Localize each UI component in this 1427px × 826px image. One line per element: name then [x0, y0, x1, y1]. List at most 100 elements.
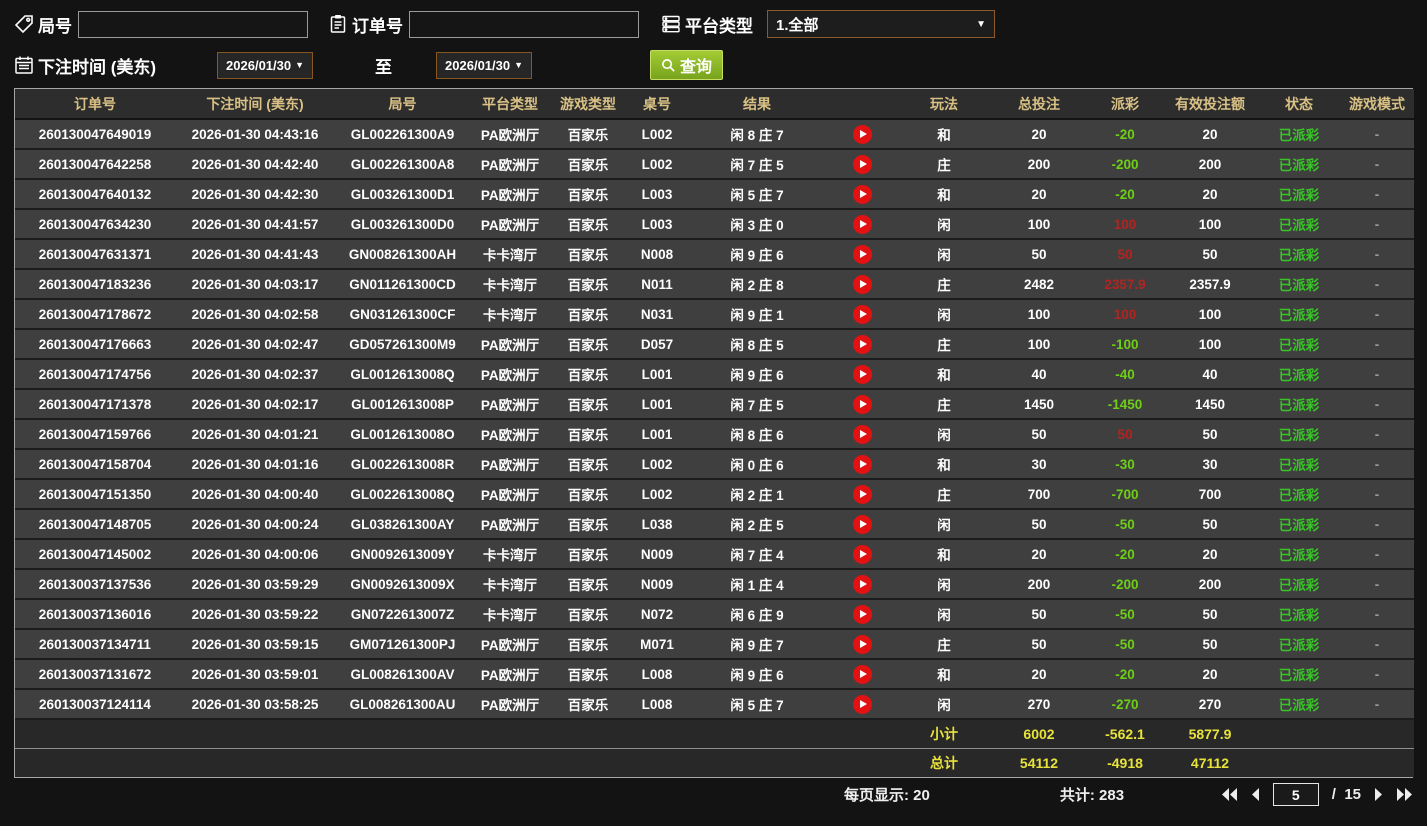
game-mode-cell: -: [1340, 329, 1414, 360]
status-cell: 已派彩: [1258, 509, 1340, 540]
table-row: 260130037137536 2026-01-30 03:59:29 GN0092…: [15, 569, 1414, 600]
order-id-cell: 260130047642258: [15, 149, 175, 180]
play-video-button[interactable]: [852, 124, 872, 144]
column-header: 平台类型: [470, 89, 550, 120]
date-to-picker[interactable]: 2026/01/30 ▼: [436, 51, 533, 79]
play-type-cell: 和: [898, 539, 990, 570]
play-icon: [859, 370, 867, 378]
next-page-button[interactable]: [1374, 788, 1383, 801]
play-type-cell: 庄: [898, 149, 990, 180]
total-bet-cell: 50: [990, 509, 1088, 540]
play-video-button[interactable]: [852, 304, 872, 324]
round-id-cell: GL0022613008Q: [335, 479, 470, 510]
video-cell: [826, 569, 898, 600]
bet-time-cell: 2026-01-30 04:41:57: [175, 209, 335, 240]
total-bet-cell: 20: [990, 119, 1088, 150]
payout-cell: 100: [1088, 299, 1162, 330]
subtotal-label: 小计: [898, 718, 990, 748]
result-cell: 闲 9 庄 6: [688, 239, 826, 270]
total-bet-cell: 50: [990, 629, 1088, 660]
filter-bar-bottom: 下注时间 (美东) 2026/01/30 ▼ 至 2026/01/30 ▼ 查询: [14, 49, 1427, 81]
video-cell: [826, 179, 898, 210]
search-button[interactable]: 查询: [650, 50, 724, 80]
order-id-cell: 260130047640132: [15, 179, 175, 210]
order-id-cell: 260130047174756: [15, 359, 175, 390]
play-video-button[interactable]: [852, 424, 872, 444]
game-type-cell: 百家乐: [550, 209, 626, 240]
status-cell: 已派彩: [1258, 149, 1340, 180]
video-cell: [826, 389, 898, 420]
total-bet-cell: 20: [990, 659, 1088, 690]
play-video-button[interactable]: [852, 154, 872, 174]
round-id-cell: GL0012613008Q: [335, 359, 470, 390]
play-video-button[interactable]: [852, 664, 872, 684]
clipboard-icon: [328, 14, 348, 34]
play-video-button[interactable]: [852, 634, 872, 654]
play-icon: [859, 190, 867, 198]
video-cell: [826, 599, 898, 630]
payout-cell: -30: [1088, 449, 1162, 480]
game-mode-cell: -: [1340, 179, 1414, 210]
subtotal-row: 小计 6002 -562.1 5877.9: [15, 718, 1414, 748]
game-mode-cell: -: [1340, 389, 1414, 420]
table-no-cell: N072: [626, 599, 688, 630]
result-cell: 闲 8 庄 6: [688, 419, 826, 450]
play-video-button[interactable]: [852, 574, 872, 594]
play-video-button[interactable]: [852, 454, 872, 474]
play-video-button[interactable]: [852, 694, 872, 714]
result-cell: 闲 9 庄 6: [688, 659, 826, 690]
bet-time-cell: 2026-01-30 04:02:47: [175, 329, 335, 360]
play-video-button[interactable]: [852, 364, 872, 384]
platform-type-select[interactable]: 1.全部 ▼: [767, 10, 995, 38]
first-page-button[interactable]: [1221, 788, 1238, 801]
play-icon: [859, 460, 867, 468]
play-video-button[interactable]: [852, 514, 872, 534]
game-mode-cell: -: [1340, 269, 1414, 300]
bet-time-cell: 2026-01-30 03:59:22: [175, 599, 335, 630]
table-row: 260130047148705 2026-01-30 04:00:24 GL0382…: [15, 509, 1414, 540]
payout-cell: -100: [1088, 329, 1162, 360]
page-number-input[interactable]: [1272, 783, 1319, 806]
play-icon: [859, 400, 867, 408]
table-no-cell: D057: [626, 329, 688, 360]
platform-cell: PA欧洲厅: [470, 389, 550, 420]
chevron-down-icon: ▼: [295, 60, 305, 70]
platform-cell: PA欧洲厅: [470, 659, 550, 690]
round-id-cell: GN008261300AH: [335, 239, 470, 270]
total-bet-cell: 100: [990, 299, 1088, 330]
last-page-button[interactable]: [1396, 788, 1413, 801]
order-id-cell: 260130047171378: [15, 389, 175, 420]
previous-page-button[interactable]: [1251, 788, 1260, 801]
order-id-label: 订单号: [352, 16, 403, 36]
play-icon: [859, 550, 867, 558]
date-from-picker[interactable]: 2026/01/30 ▼: [217, 51, 314, 79]
play-video-button[interactable]: [852, 484, 872, 504]
play-type-cell: 闲: [898, 689, 990, 720]
table-row: 260130047634230 2026-01-30 04:41:57 GL0032…: [15, 209, 1414, 240]
play-video-button[interactable]: [852, 394, 872, 414]
result-cell: 闲 5 庄 7: [688, 179, 826, 210]
play-video-button[interactable]: [852, 334, 872, 354]
order-id-input[interactable]: [409, 10, 639, 38]
play-video-button[interactable]: [852, 214, 872, 234]
play-video-button[interactable]: [852, 544, 872, 564]
round-id-cell: GM071261300PJ: [335, 629, 470, 660]
game-type-cell: 百家乐: [550, 389, 626, 420]
video-cell: [826, 449, 898, 480]
play-video-button[interactable]: [852, 184, 872, 204]
status-cell: 已派彩: [1258, 269, 1340, 300]
play-video-button[interactable]: [852, 244, 872, 264]
round-id-input[interactable]: [78, 10, 308, 38]
play-type-cell: 和: [898, 179, 990, 210]
result-cell: 闲 2 庄 8: [688, 269, 826, 300]
play-video-button[interactable]: [852, 274, 872, 294]
play-type-cell: 庄: [898, 269, 990, 300]
platform-cell: 卡卡湾厅: [470, 569, 550, 600]
table-no-cell: L001: [626, 419, 688, 450]
play-video-button[interactable]: [852, 604, 872, 624]
status-cell: 已派彩: [1258, 479, 1340, 510]
game-mode-cell: -: [1340, 479, 1414, 510]
total-bet-cell: 50: [990, 419, 1088, 450]
result-cell: 闲 8 庄 5: [688, 329, 826, 360]
status-cell: 已派彩: [1258, 119, 1340, 150]
